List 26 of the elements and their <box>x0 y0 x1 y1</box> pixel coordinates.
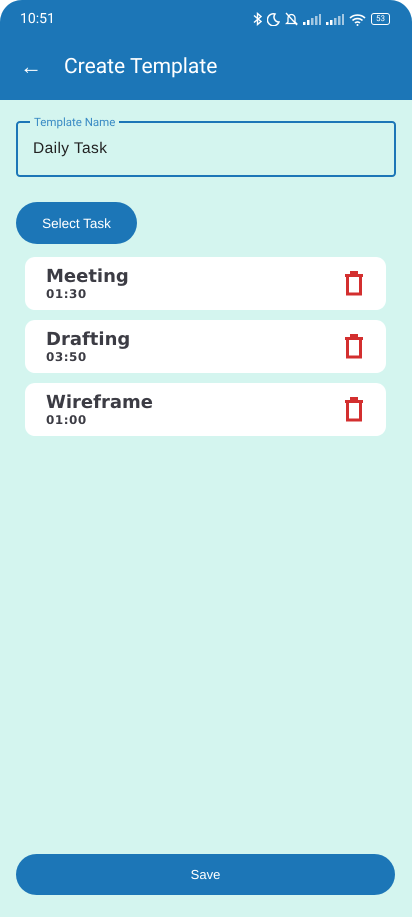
screen-title: Create Template <box>64 55 218 79</box>
task-name: Meeting <box>46 266 129 287</box>
wifi-icon <box>349 12 366 26</box>
task-duration: 03:50 <box>46 350 88 364</box>
delete-button[interactable] <box>344 397 364 422</box>
battery-icon: 53 <box>371 13 390 25</box>
signal-icon <box>303 14 321 24</box>
bluetooth-icon <box>253 12 262 26</box>
task-name: Wireframe <box>46 392 153 413</box>
delete-button[interactable] <box>344 271 364 296</box>
status-time: 10:51 <box>20 11 55 27</box>
moon-icon <box>267 12 280 26</box>
task-duration: 01:30 <box>46 287 88 301</box>
trash-icon <box>344 334 364 359</box>
select-task-button[interactable]: Select Task <box>16 202 137 244</box>
field-value: Daily Task <box>33 140 108 158</box>
back-button[interactable]: ← <box>20 56 42 78</box>
task-name: Drafting <box>46 329 130 350</box>
save-button[interactable]: Save <box>16 854 395 895</box>
trash-icon <box>344 271 364 296</box>
delete-button[interactable] <box>344 334 364 359</box>
trash-icon <box>344 397 364 422</box>
muted-bell-icon <box>285 12 298 26</box>
field-label: Template Name <box>30 115 120 129</box>
signal-icon <box>326 14 344 24</box>
task-duration: 01:00 <box>46 413 88 427</box>
